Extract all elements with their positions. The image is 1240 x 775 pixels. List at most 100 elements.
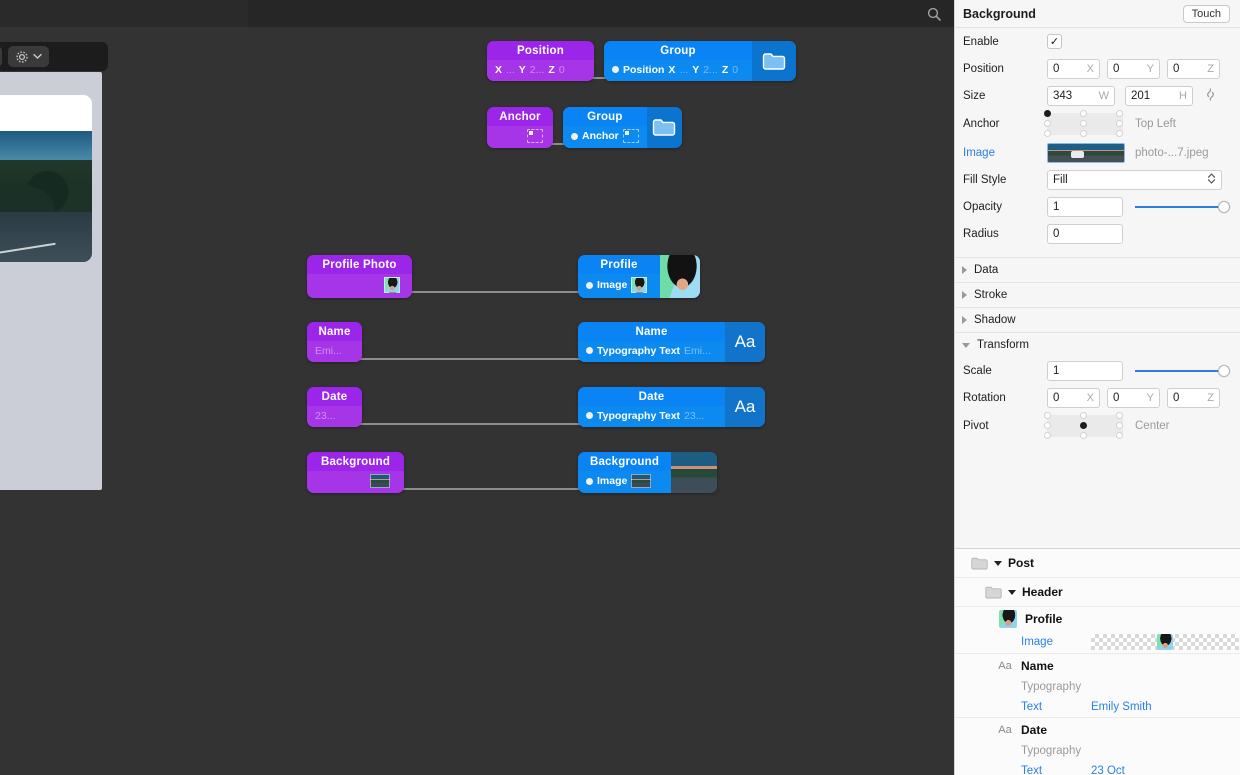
pivot-dot-top-left[interactable] bbox=[1044, 412, 1051, 419]
pivot-dot-middle-center[interactable] bbox=[1080, 422, 1087, 429]
anchor-dot-middle-center[interactable] bbox=[1080, 120, 1087, 127]
tree-group-name[interactable]: Aa Name Typography Text Emily Smith bbox=[955, 654, 1240, 718]
pivot-dot-top-center[interactable] bbox=[1080, 412, 1087, 419]
fill-style-label: Fill Style bbox=[963, 173, 1007, 186]
pivot-label: Pivot bbox=[963, 420, 989, 432]
input-port[interactable] bbox=[571, 132, 578, 140]
node-profile-target[interactable]: Profile Image bbox=[578, 255, 700, 298]
tree-prop-date-text[interactable]: Text 23 Oct bbox=[955, 760, 1240, 775]
pivot-dot-top-right[interactable] bbox=[1116, 412, 1123, 419]
settings-dropdown-button[interactable] bbox=[8, 46, 49, 67]
size-width-field[interactable]: 343 W bbox=[1047, 85, 1115, 106]
anchor-dot-top-left[interactable] bbox=[1044, 110, 1051, 117]
size-height-field[interactable]: 201 H bbox=[1125, 85, 1193, 106]
anchor-dot-bottom-right[interactable] bbox=[1116, 130, 1123, 137]
anchor-dot-bottom-left[interactable] bbox=[1044, 130, 1051, 137]
rotation-z-field[interactable]: 0 Z bbox=[1167, 387, 1220, 408]
image-label[interactable]: Image bbox=[963, 147, 1047, 159]
node-group-anchor[interactable]: Group Anchor bbox=[563, 107, 682, 148]
gear-icon bbox=[15, 50, 29, 64]
tree-prop-profile-image[interactable]: Image bbox=[955, 630, 1240, 653]
tree-prop-name-text[interactable]: Text Emily Smith bbox=[955, 696, 1240, 717]
node-date-target[interactable]: Date Typography Text 23... Aa bbox=[578, 387, 765, 427]
tree-value[interactable]: Emily Smith bbox=[1091, 701, 1152, 713]
touch-button[interactable]: Touch bbox=[1182, 4, 1230, 23]
input-port[interactable] bbox=[586, 412, 593, 419]
pivot-dot-middle-right[interactable] bbox=[1116, 422, 1123, 429]
input-port[interactable] bbox=[586, 477, 593, 485]
link-broken-icon[interactable] bbox=[1203, 87, 1218, 105]
tree-row-post[interactable]: Post bbox=[955, 549, 1240, 578]
fill-style-select[interactable]: Fill bbox=[1047, 169, 1222, 190]
node-background-source[interactable]: Background bbox=[307, 452, 404, 493]
section-label: Transform bbox=[977, 339, 1029, 351]
section-label: Stroke bbox=[974, 289, 1008, 301]
tree-prop-label[interactable]: Image bbox=[1021, 636, 1091, 648]
anchor-dot-middle-right[interactable] bbox=[1116, 120, 1123, 127]
position-y-field[interactable]: 0 Y bbox=[1107, 58, 1160, 79]
pivot-dot-bottom-left[interactable] bbox=[1044, 432, 1051, 439]
image-value-swatch[interactable] bbox=[1091, 633, 1239, 650]
section-transform[interactable]: Transform bbox=[955, 332, 1240, 357]
scale-slider-knob[interactable] bbox=[1218, 364, 1230, 377]
opacity-field[interactable]: 1 bbox=[1047, 196, 1123, 217]
anchor-dot-middle-left[interactable] bbox=[1044, 120, 1051, 127]
tree-group-profile[interactable]: Profile Image bbox=[955, 607, 1240, 654]
tree-subprop-label[interactable]: Text bbox=[1021, 701, 1091, 713]
node-profile-photo-source[interactable]: Profile Photo bbox=[307, 255, 412, 298]
position-x-field[interactable]: 0 X bbox=[1047, 58, 1100, 79]
anchor-dot-top-right[interactable] bbox=[1116, 110, 1123, 117]
image-thumbnail[interactable] bbox=[1047, 142, 1125, 163]
tree-group-date[interactable]: Aa Date Typography Text 23 Oct bbox=[955, 718, 1240, 775]
pivot-dot-bottom-right[interactable] bbox=[1116, 432, 1123, 439]
input-port[interactable] bbox=[586, 281, 593, 289]
floating-tool-panel[interactable] bbox=[0, 42, 108, 71]
anchor-grid[interactable] bbox=[1044, 110, 1123, 137]
tree-row-profile[interactable]: Profile bbox=[955, 607, 1240, 630]
input-port[interactable] bbox=[612, 66, 619, 73]
tree-row-date[interactable]: Aa Date bbox=[955, 718, 1240, 741]
section-stroke[interactable]: Stroke bbox=[955, 282, 1240, 307]
pivot-dot-middle-left[interactable] bbox=[1044, 422, 1051, 429]
position-z-field[interactable]: 0 Z bbox=[1167, 58, 1220, 79]
chevron-down-icon[interactable] bbox=[1008, 589, 1016, 595]
node-name-source[interactable]: Name Emi... bbox=[307, 322, 362, 362]
search-icon[interactable] bbox=[926, 6, 942, 22]
tree-row-name[interactable]: Aa Name bbox=[955, 654, 1240, 677]
node-canvas[interactable]: Position X ... Y 2... Z 0 Group Position… bbox=[0, 0, 954, 775]
node-position-source[interactable]: Position X ... Y 2... Z 0 bbox=[487, 41, 594, 81]
node-name-target[interactable]: Name Typography Text Emi... Aa bbox=[578, 322, 765, 362]
tree-value[interactable]: 23 Oct bbox=[1091, 765, 1125, 775]
node-background-target[interactable]: Background Image bbox=[578, 452, 717, 493]
opacity-slider-knob[interactable] bbox=[1218, 200, 1230, 213]
chevron-down-icon[interactable] bbox=[994, 560, 1002, 566]
section-shadow[interactable]: Shadow bbox=[955, 307, 1240, 332]
row-opacity: Opacity 1 bbox=[955, 193, 1240, 220]
node-date-source[interactable]: Date 23... bbox=[307, 387, 362, 427]
layer-tree[interactable]: Post Header Profile Image Aa Name Typogr… bbox=[955, 548, 1240, 775]
device-preview-pane[interactable] bbox=[0, 72, 102, 490]
input-port[interactable] bbox=[586, 347, 593, 354]
section-label: Data bbox=[974, 264, 999, 276]
anchor-dot-top-center[interactable] bbox=[1080, 110, 1087, 117]
fill-style-value: Fill bbox=[1053, 173, 1068, 186]
node-anchor-source[interactable]: Anchor bbox=[487, 107, 553, 148]
tree-subprop-label[interactable]: Text bbox=[1021, 765, 1091, 775]
tree-row-header[interactable]: Header bbox=[955, 578, 1240, 607]
scale-field[interactable]: 1 bbox=[1047, 360, 1123, 381]
pivot-grid[interactable] bbox=[1044, 412, 1123, 439]
radius-field[interactable]: 0 bbox=[1047, 223, 1123, 244]
device-preview-button[interactable] bbox=[0, 46, 2, 67]
pivot-dot-bottom-center[interactable] bbox=[1080, 432, 1087, 439]
rotation-y-suffix: Y bbox=[1146, 391, 1154, 404]
scale-slider[interactable] bbox=[1135, 364, 1230, 378]
rotation-y-field[interactable]: 0 Y bbox=[1107, 387, 1160, 408]
rotation-x-field[interactable]: 0 X bbox=[1047, 387, 1100, 408]
enable-checkbox[interactable]: ✓ bbox=[1047, 34, 1062, 49]
anchor-dot-bottom-center[interactable] bbox=[1080, 130, 1087, 137]
tree-prop-label: Typography bbox=[1021, 680, 1082, 693]
section-data[interactable]: Data bbox=[955, 257, 1240, 282]
opacity-slider[interactable] bbox=[1135, 200, 1230, 214]
aa-text-icon: Aa bbox=[998, 659, 1012, 672]
node-group-position[interactable]: Group Position X ... Y 2... Z 0 bbox=[604, 41, 796, 81]
